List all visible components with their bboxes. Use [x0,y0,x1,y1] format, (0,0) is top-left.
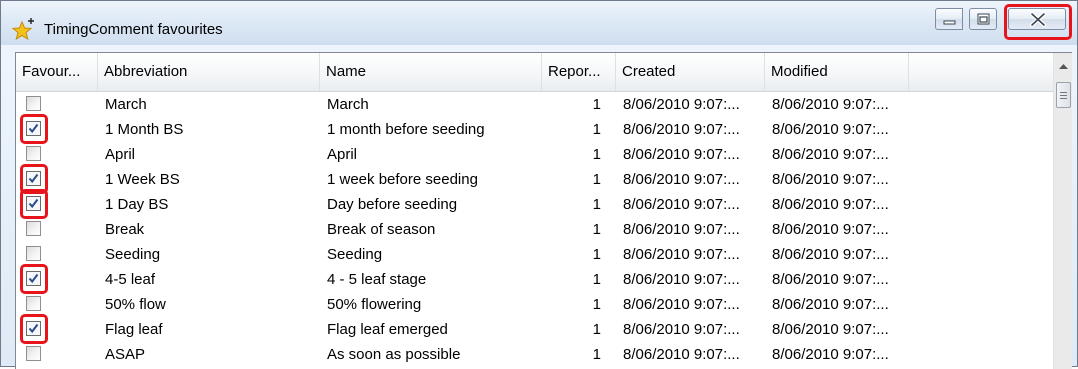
favourite-checkbox[interactable] [26,221,41,236]
vertical-scrollbar[interactable] [1053,53,1072,369]
scroll-thumb[interactable] [1056,82,1071,108]
name-cell: March [327,96,369,113]
column-header-favourite[interactable]: Favour... [16,53,98,91]
name-cell: April [327,146,358,163]
abbreviation-cell: 1 Day BS [105,196,169,213]
name-cell: As soon as possible [327,346,461,363]
window-title: TimingComment favourites [44,21,223,38]
report-cell: 1 [592,221,601,238]
minimize-icon [943,20,956,25]
table-row[interactable]: Break Break of season 1 8/06/2010 9:07:... 8… [16,217,1053,242]
modified-cell: 8/06/2010 9:07:... [772,96,889,113]
table-row[interactable]: Seeding Seeding 1 8/06/2010 9:07:... 8/06/20… [16,242,1053,267]
close-button-highlight [1004,4,1072,40]
favourites-window: TimingComment favourites Favour... Abbre… [0,0,1078,369]
abbreviation-cell: Seeding [105,246,161,263]
report-cell: 1 [592,321,601,338]
favourite-checkbox[interactable] [26,96,41,111]
scroll-up-arrow-icon[interactable] [1058,63,1069,70]
report-cell: 1 [592,296,601,313]
report-cell: 1 [592,271,601,288]
created-cell: 8/06/2010 9:07:... [623,246,740,263]
name-cell: 1 week before seeding [327,171,478,188]
column-header-abbreviation[interactable]: Abbreviation [98,53,320,91]
favourite-checkbox[interactable] [26,246,41,261]
maximize-icon [977,13,990,25]
favourite-checkbox[interactable] [26,296,41,311]
name-cell: 1 month before seeding [327,121,485,138]
favourite-checkbox[interactable] [26,146,41,161]
report-cell: 1 [592,346,601,363]
modified-cell: 8/06/2010 9:07:... [772,346,889,363]
table-header: Favour... Abbreviation Name Repor... Cre… [16,53,1053,92]
table-row[interactable]: 4-5 leaf 4 - 5 leaf stage 1 8/06/2010 9:07:… [16,264,1053,294]
column-header-name[interactable]: Name [320,53,542,91]
star-plus-icon [11,18,34,41]
title-bar[interactable]: TimingComment favourites [1,1,1077,45]
report-cell: 1 [592,146,601,163]
minimize-button[interactable] [935,8,963,30]
abbreviation-cell: ASAP [105,346,146,363]
report-cell: 1 [592,171,601,188]
abbreviation-cell: March [105,96,147,113]
name-cell: Flag leaf emerged [327,321,448,338]
checkbox-highlight [20,264,48,294]
created-cell: 8/06/2010 9:07:... [623,271,740,288]
abbreviation-cell: 1 Week BS [105,171,180,188]
table-row[interactable]: 50% flow 50% flowering 1 8/06/2010 9:07:...… [16,292,1053,317]
created-cell: 8/06/2010 9:07:... [623,96,740,113]
created-cell: 8/06/2010 9:07:... [623,221,740,238]
modified-cell: 8/06/2010 9:07:... [772,146,889,163]
checkbox-highlight [20,189,48,219]
column-header-report[interactable]: Repor... [542,53,616,91]
table-row[interactable]: 1 Day BS Day before seeding 1 8/06/2010 9:0… [16,189,1053,219]
name-cell: Day before seeding [327,196,458,213]
modified-cell: 8/06/2010 9:07:... [772,321,889,338]
report-cell: 1 [592,96,601,113]
abbreviation-cell: Break [105,221,145,238]
column-header-modified[interactable]: Modified [765,53,909,91]
abbreviation-cell: April [105,146,136,163]
created-cell: 8/06/2010 9:07:... [623,121,740,138]
created-cell: 8/06/2010 9:07:... [623,321,740,338]
checkbox-highlight [20,114,48,144]
created-cell: 8/06/2010 9:07:... [623,196,740,213]
column-header-created[interactable]: Created [616,53,765,91]
name-cell: Break of season [327,221,436,238]
name-cell: Seeding [327,246,383,263]
maximize-button[interactable] [969,8,997,30]
table-row[interactable]: Flag leaf Flag leaf emerged 1 8/06/2010 9:0… [16,314,1053,344]
favourite-checkbox[interactable] [26,346,41,361]
abbreviation-cell: 4-5 leaf [105,271,156,288]
created-cell: 8/06/2010 9:07:... [623,171,740,188]
created-cell: 8/06/2010 9:07:... [623,296,740,313]
table-row[interactable]: ASAP As soon as possible 1 8/06/2010 9:07:.… [16,342,1053,367]
report-cell: 1 [592,196,601,213]
created-cell: 8/06/2010 9:07:... [623,146,740,163]
modified-cell: 8/06/2010 9:07:... [772,296,889,313]
table-row[interactable]: 1 Month BS 1 month before seeding 1 8/06/20… [16,114,1053,144]
modified-cell: 8/06/2010 9:07:... [772,171,889,188]
name-cell: 4 - 5 leaf stage [327,271,427,288]
abbreviation-cell: 1 Month BS [105,121,184,138]
table-row[interactable]: April April 1 8/06/2010 9:07:... 8/06/2010 9… [16,142,1053,167]
table-row[interactable]: 1 Week BS 1 week before seeding 1 8/06/2010… [16,164,1053,194]
abbreviation-cell: Flag leaf [105,321,163,338]
report-cell: 1 [592,246,601,263]
name-cell: 50% flowering [327,296,422,313]
modified-cell: 8/06/2010 9:07:... [772,121,889,138]
modified-cell: 8/06/2010 9:07:... [772,271,889,288]
modified-cell: 8/06/2010 9:07:... [772,196,889,213]
modified-cell: 8/06/2010 9:07:... [772,221,889,238]
created-cell: 8/06/2010 9:07:... [623,346,740,363]
abbreviation-cell: 50% flow [105,296,166,313]
table-row[interactable]: March March 1 8/06/2010 9:07:... 8/06/2010 9… [16,92,1053,117]
checkbox-highlight [20,314,48,344]
column-header-filler [909,53,1053,91]
modified-cell: 8/06/2010 9:07:... [772,246,889,263]
favourites-table: Favour... Abbreviation Name Repor... Cre… [15,52,1072,369]
report-cell: 1 [592,121,601,138]
